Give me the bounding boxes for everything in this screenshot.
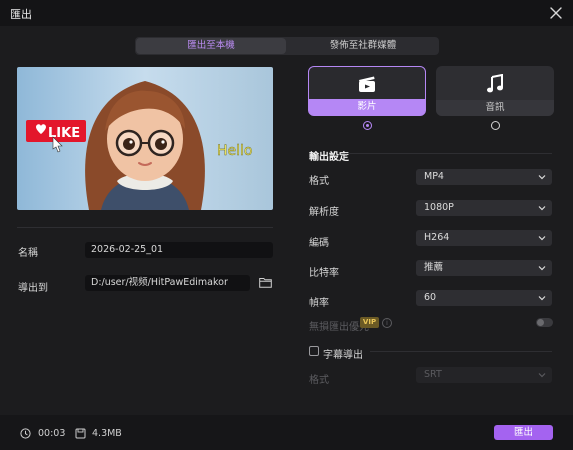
subtitle-format-label: 格式 — [309, 375, 329, 386]
chevron-down-icon — [538, 296, 546, 301]
resolution-value: 1080P — [424, 202, 454, 213]
chevron-down-icon — [538, 266, 546, 271]
export-to-label: 導出到 — [18, 283, 48, 294]
divider — [17, 227, 273, 228]
resolution-dropdown[interactable]: 1080P — [416, 200, 552, 216]
tab-export-local[interactable]: 匯出至本機 — [136, 38, 286, 54]
clock-icon — [20, 428, 31, 439]
file-name-input[interactable]: 2026-02-25_01 — [85, 242, 273, 258]
audio-tile-label: 音訊 — [485, 102, 505, 113]
subtitle-format-dropdown[interactable]: SRT — [416, 367, 552, 383]
info-icon[interactable]: i — [382, 318, 392, 328]
window-title: 匯出 — [10, 8, 32, 21]
output-settings-title: 輸出設定 — [309, 152, 349, 163]
duration-text: 00:03 — [38, 428, 66, 439]
framerate-dropdown[interactable]: 60 — [416, 290, 552, 306]
bitrate-label: 比特率 — [309, 268, 339, 279]
settings-divider — [345, 153, 552, 154]
vip-badge: VIP — [360, 317, 379, 328]
file-size-text: 4.3MB — [92, 428, 122, 439]
chevron-down-icon — [538, 236, 546, 241]
lossless-toggle[interactable] — [536, 318, 553, 327]
preview-thumbnail: LIKE Hello — [17, 67, 273, 210]
chevron-down-icon — [538, 175, 546, 180]
resolution-label: 解析度 — [309, 207, 339, 218]
framerate-value: 60 — [424, 292, 437, 303]
music-note-icon — [487, 74, 503, 93]
folder-icon[interactable] — [259, 277, 272, 288]
close-icon[interactable] — [547, 4, 565, 22]
export-button[interactable]: 匯出 — [494, 425, 553, 440]
file-size-icon — [75, 428, 86, 439]
export-destination-tabs: 匯出至本機 發佈至社群媒體 — [135, 37, 439, 55]
framerate-label: 幀率 — [309, 298, 329, 309]
export-path-field[interactable]: D:/user/视频/HitPawEdimakor — [85, 275, 250, 291]
chevron-down-icon — [538, 206, 546, 211]
hello-overlay-text: Hello — [217, 143, 253, 159]
format-dropdown[interactable]: MP4 — [416, 169, 552, 185]
subtitle-export-label: 字幕導出 — [323, 350, 363, 361]
footer-bar: 00:03 4.3MB — [0, 415, 573, 450]
video-format-tile[interactable]: 影片 — [308, 66, 426, 116]
tab-publish-social[interactable]: 發佈至社群媒體 — [288, 37, 438, 55]
audio-format-tile[interactable]: 音訊 — [436, 66, 554, 116]
video-tile-label: 影片 — [357, 101, 377, 112]
audio-radio[interactable] — [491, 121, 500, 130]
subtitle-format-value: SRT — [424, 369, 442, 380]
format-value: MP4 — [424, 171, 444, 182]
subtitle-divider — [370, 351, 552, 352]
codec-value: H264 — [424, 232, 450, 243]
video-radio[interactable] — [363, 121, 372, 130]
bitrate-dropdown[interactable]: 推薦 — [416, 260, 552, 276]
title-bar: 匯出 — [0, 0, 573, 26]
format-label: 格式 — [309, 176, 329, 187]
codec-dropdown[interactable]: H264 — [416, 230, 552, 246]
film-clapper-icon — [359, 76, 375, 92]
chevron-down-icon — [538, 373, 546, 378]
name-label: 名稱 — [18, 248, 38, 259]
subtitle-export-checkbox[interactable] — [309, 346, 319, 356]
bitrate-value: 推薦 — [424, 262, 444, 273]
video-preview: LIKE Hello — [17, 67, 273, 210]
codec-label: 編碼 — [309, 238, 329, 249]
